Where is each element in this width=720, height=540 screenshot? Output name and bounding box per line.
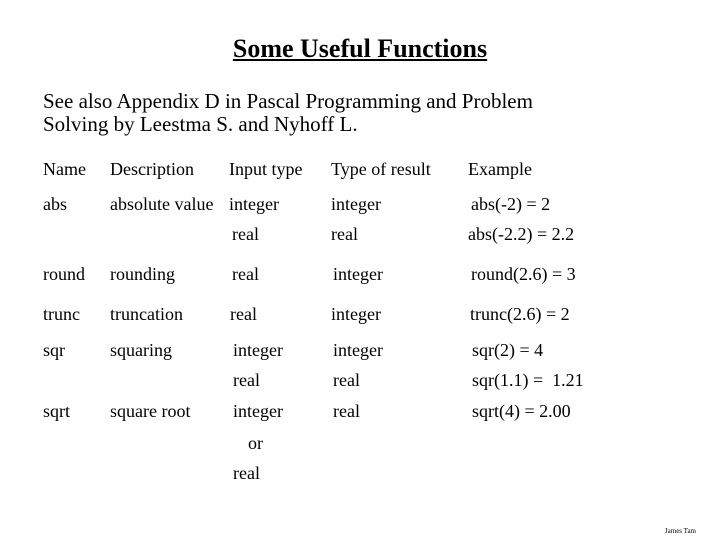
cell-result: integer [331,304,381,324]
cell-example: sqrt(4) = 2.00 [472,401,571,421]
cell-name: sqr [43,340,65,360]
cell-description: rounding [110,264,175,284]
cell-description: square root [110,401,191,421]
cell-example: abs(-2) = 2 [471,194,551,214]
footer-author: James Tam [664,527,696,535]
cell-example: round(2.6) = 3 [471,264,576,284]
cell-result: integer [333,264,383,284]
cell-description: absolute value [110,194,214,214]
cell-description: truncation [110,304,183,324]
cell-input: real [233,370,260,390]
intro-text: See also Appendix D in Pascal Programmin… [43,90,683,136]
cell-result: real [333,370,360,390]
header-example: Example [468,159,532,179]
header-name: Name [43,159,86,179]
cell-example: sqr(1.1) = 1.21 [472,370,584,390]
cell-input: real [230,304,257,324]
intro-line-1: See also Appendix D in Pascal Programmin… [43,89,533,113]
slide-title: Some Useful Functions [232,34,488,63]
cell-name: abs [43,194,67,214]
cell-result: integer [333,340,383,360]
cell-example: abs(-2.2) = 2.2 [468,224,575,244]
intro-line-2: Solving by Leestma S. and Nyhoff L. [43,112,358,136]
cell-result: real [331,224,358,244]
cell-description: squaring [110,340,172,360]
header-result-type: Type of result [331,159,431,179]
cell-result: real [333,401,360,421]
cell-input: integer [233,401,283,421]
header-input-type: Input type [229,159,303,179]
cell-name: round [43,264,85,284]
cell-input: integer [233,340,283,360]
cell-name: sqrt [43,401,70,421]
cell-input: real [232,224,259,244]
cell-example: sqr(2) = 4 [472,340,544,360]
cell-input: real [232,264,259,284]
cell-example: trunc(2.6) = 2 [470,304,570,324]
cell-input: real [233,463,260,483]
cell-name: trunc [43,304,80,324]
header-description: Description [110,159,194,179]
cell-result: integer [331,194,381,214]
cell-input: or [248,433,263,453]
cell-input: integer [229,194,279,214]
